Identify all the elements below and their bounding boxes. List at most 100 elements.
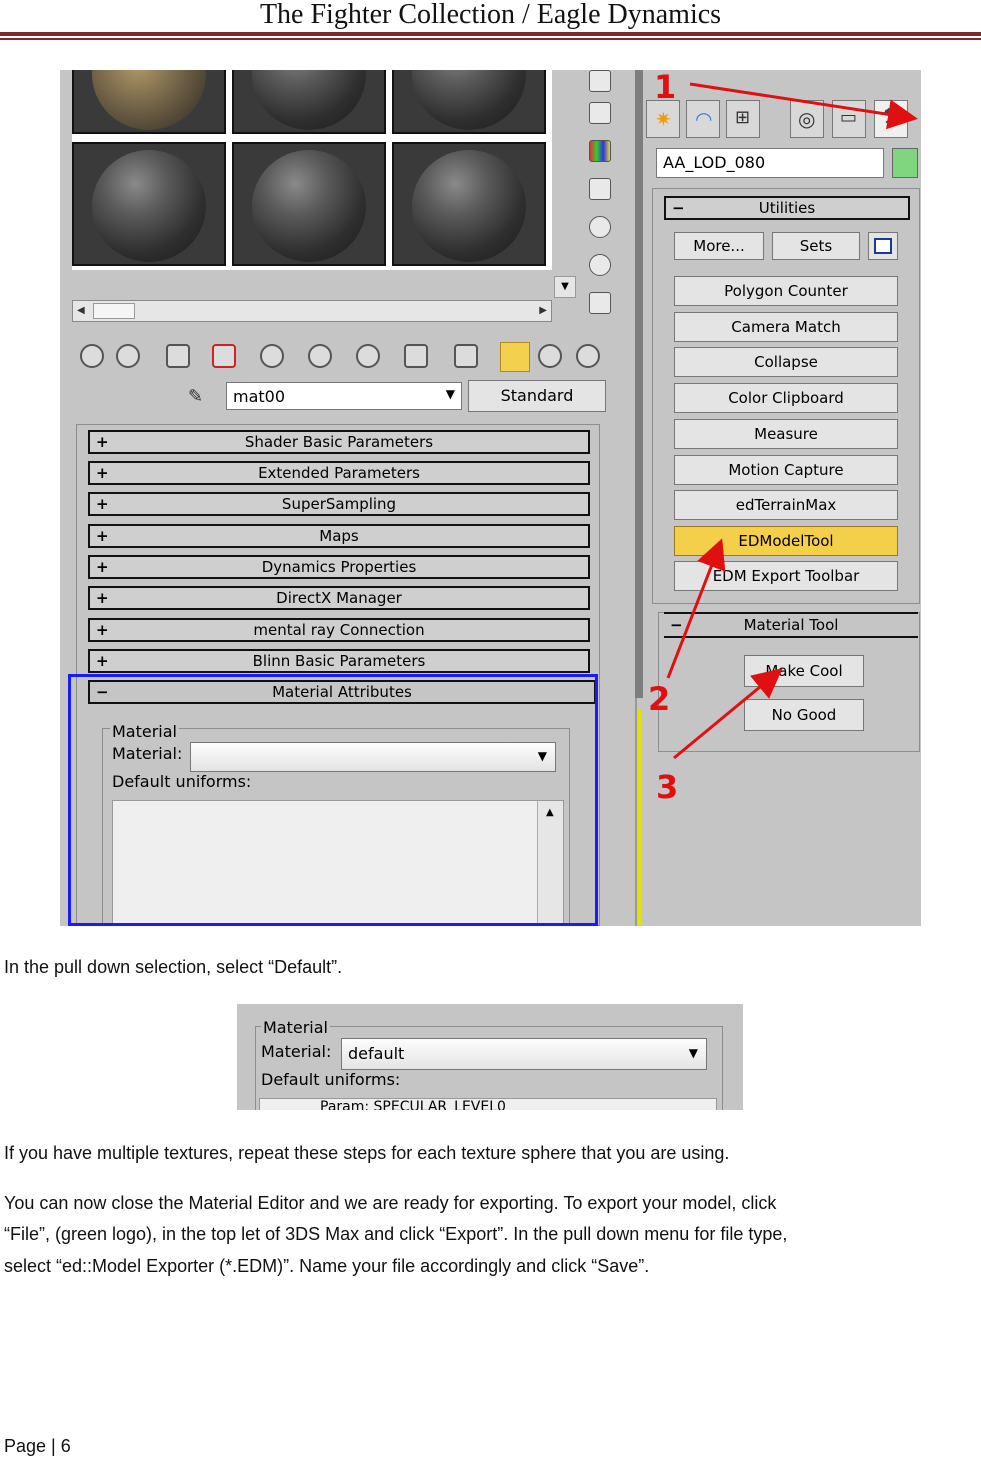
sample-slot[interactable] — [232, 142, 386, 266]
more-button[interactable]: More... — [674, 232, 764, 260]
reset-map-icon[interactable] — [212, 344, 236, 368]
motion-tab-icon[interactable]: ◎ — [790, 100, 824, 138]
material-sphere — [92, 150, 206, 262]
side-toolbar — [585, 70, 617, 320]
page-number: Page | 6 — [4, 1436, 71, 1456]
object-color-swatch[interactable] — [892, 148, 918, 178]
utility-edterrainmax[interactable]: edTerrainMax — [674, 490, 898, 520]
put-to-scene-icon[interactable] — [116, 344, 140, 368]
rollout-extended[interactable]: + Extended Parameters — [88, 461, 590, 485]
rollout-supersampling[interactable]: + SuperSampling — [88, 492, 590, 516]
material-editor-screenshot: ▼ ◀ ▶ ✎ mat00 ▼ Standard + Shader Basic … — [60, 70, 921, 926]
header-rule-thin — [0, 38, 981, 40]
material-sphere — [252, 70, 366, 130]
material-dropdown[interactable]: default ▼ — [341, 1038, 707, 1070]
instruction-paragraph-1: In the pull down selection, select “Defa… — [4, 957, 343, 977]
material-id-channel-icon[interactable] — [404, 344, 428, 368]
chevron-down-icon[interactable]: ▼ — [446, 387, 455, 401]
rollout-directx[interactable]: + DirectX Manager — [88, 586, 590, 610]
utility-edm-export-toolbar[interactable]: EDM Export Toolbar — [674, 561, 898, 591]
backlight-icon[interactable] — [589, 102, 611, 124]
header-rule — [0, 32, 981, 36]
rollout-label: Maps — [319, 527, 359, 545]
annotation-number-2: 2 — [648, 680, 671, 718]
make-cool-button[interactable]: Make Cool — [744, 655, 864, 687]
scroll-thumb[interactable] — [93, 303, 135, 319]
material-group-title: Material — [261, 1018, 330, 1037]
utilities-title: Utilities — [758, 199, 816, 217]
scroll-left-icon[interactable]: ◀ — [77, 305, 85, 316]
sample-slot[interactable] — [392, 142, 546, 266]
material-type-button[interactable]: Standard — [468, 380, 606, 412]
show-end-result-icon[interactable] — [500, 342, 530, 372]
uniforms-list[interactable]: Param: SPECULAR_LEVEL0 — [259, 1098, 717, 1110]
rollout-label: Extended Parameters — [258, 464, 420, 482]
configure-button-sets-icon[interactable] — [868, 232, 898, 260]
sample-slot[interactable] — [72, 142, 226, 266]
assign-to-selection-icon[interactable] — [166, 344, 190, 368]
utility-edmodeltool[interactable]: EDModelTool — [674, 526, 898, 556]
options-icon[interactable] — [589, 292, 611, 314]
go-forward-to-sibling-icon[interactable] — [576, 344, 600, 368]
display-tab-icon[interactable]: ▭ — [832, 100, 866, 138]
material-sphere — [412, 70, 526, 130]
rollout-shader-basic[interactable]: + Shader Basic Parameters — [88, 430, 590, 454]
rollout-label: Dynamics Properties — [261, 558, 417, 576]
material-label: Material: — [261, 1042, 332, 1061]
utility-measure[interactable]: Measure — [674, 419, 898, 449]
sets-button[interactable]: Sets — [772, 232, 860, 260]
panel-divider[interactable] — [635, 70, 643, 698]
sample-slot[interactable] — [392, 70, 546, 134]
material-sphere — [252, 150, 366, 262]
utility-color-clipboard[interactable]: Color Clipboard — [674, 383, 898, 413]
annotation-number-3: 3 — [656, 768, 679, 806]
background-icon[interactable] — [589, 140, 611, 162]
eyedropper-icon[interactable]: ✎ — [188, 386, 210, 408]
put-to-library-icon[interactable] — [356, 344, 380, 368]
scroll-right-icon[interactable]: ▶ — [539, 305, 547, 316]
rollout-label: mental ray Connection — [253, 621, 425, 639]
instruction-paragraph-3-line-2: “File”, (green logo), in the top let of … — [4, 1224, 788, 1244]
sample-slots — [72, 70, 552, 270]
command-panel-tabs: ✷ ◠ ⊞ ◎ ▭ ⚒ — [646, 100, 921, 140]
material-toolbar — [72, 340, 632, 372]
show-map-in-viewport-icon[interactable] — [454, 344, 478, 368]
go-to-parent-icon[interactable] — [538, 344, 562, 368]
rollout-label: Blinn Basic Parameters — [252, 652, 426, 670]
utility-camera-match[interactable]: Camera Match — [674, 312, 898, 342]
hierarchy-tab-icon[interactable]: ⊞ — [726, 100, 760, 138]
get-material-icon[interactable] — [80, 344, 104, 368]
material-tool-header[interactable]: − Material Tool — [664, 612, 918, 638]
material-name-value: mat00 — [233, 387, 286, 406]
uv-tiling-icon[interactable] — [589, 178, 611, 200]
sample-type-icon[interactable] — [589, 70, 611, 92]
video-color-check-icon[interactable] — [589, 216, 611, 238]
modify-tab-icon[interactable]: ◠ — [686, 100, 720, 138]
rollout-blinn[interactable]: + Blinn Basic Parameters — [88, 649, 590, 673]
make-unique-icon[interactable] — [308, 344, 332, 368]
rollout-mental-ray[interactable]: + mental ray Connection — [88, 618, 590, 642]
utility-collapse[interactable]: Collapse — [674, 347, 898, 377]
rollout-label: Shader Basic Parameters — [244, 433, 434, 451]
object-name-field[interactable]: AA_LOD_080 — [656, 148, 884, 178]
utility-polygon-counter[interactable]: Polygon Counter — [674, 276, 898, 306]
slots-scroll-down-icon[interactable]: ▼ — [554, 276, 576, 298]
utilities-rollout-header[interactable]: − Utilities — [664, 196, 910, 220]
document-title: The Fighter Collection / Eagle Dynamics — [259, 0, 722, 30]
copy-material-icon[interactable] — [260, 344, 284, 368]
chevron-down-icon[interactable]: ▼ — [689, 1046, 698, 1060]
make-preview-icon[interactable] — [589, 254, 611, 276]
rollout-dynamics[interactable]: + Dynamics Properties — [88, 555, 590, 579]
sample-slot[interactable] — [232, 70, 386, 134]
textured-sphere — [92, 70, 206, 130]
utilities-tab-hammer-icon[interactable]: ⚒ — [874, 100, 908, 138]
no-good-button[interactable]: No Good — [744, 699, 864, 731]
material-dropdown-value: default — [348, 1044, 405, 1063]
instruction-paragraph-2: If you have multiple textures, repeat th… — [4, 1143, 730, 1163]
material-name-field[interactable]: mat00 ▼ — [226, 382, 462, 410]
slots-horizontal-scrollbar[interactable]: ◀ ▶ — [72, 300, 552, 322]
utility-motion-capture[interactable]: Motion Capture — [674, 455, 898, 485]
material-name-row: ✎ mat00 ▼ Standard — [180, 380, 610, 412]
sample-slot[interactable] — [72, 70, 226, 134]
rollout-maps[interactable]: + Maps — [88, 524, 590, 548]
